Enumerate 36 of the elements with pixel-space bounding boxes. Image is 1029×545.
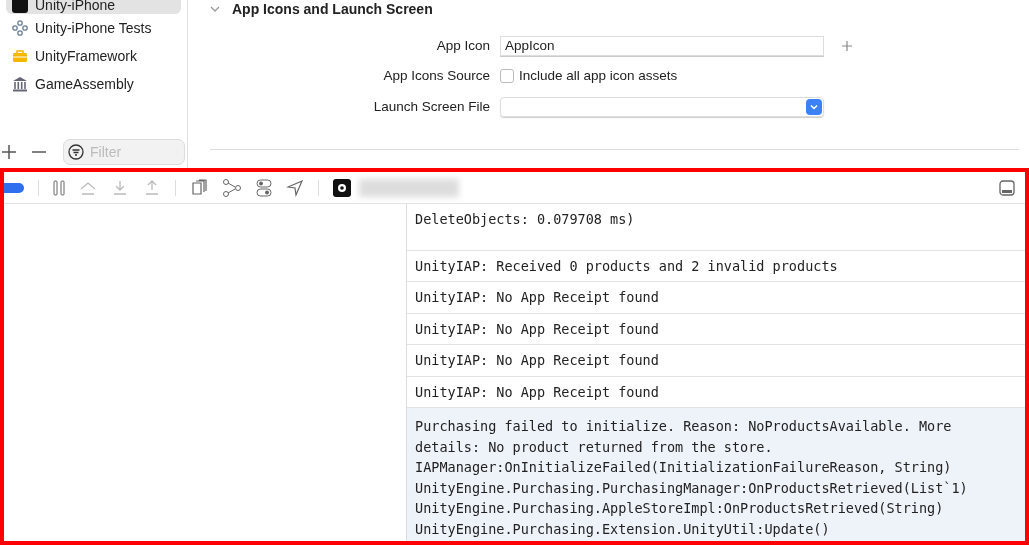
checkbox-label: Include all app icon assets	[519, 67, 678, 86]
console-entry[interactable]: UnityIAP: Received 0 products and 2 invalid products	[407, 250, 1029, 282]
diamond-nodes-icon	[12, 20, 28, 36]
field-label: App Icons Source	[382, 67, 490, 86]
toggles-icon[interactable]	[256, 178, 272, 197]
console-entry[interactable]: UnityIAP: No App Receipt found	[407, 313, 1029, 345]
breakpoints-toggle[interactable]	[4, 182, 24, 193]
console-entry[interactable]: UnityIAP: No App Receipt found	[407, 345, 1029, 377]
app-icon[interactable]	[333, 178, 351, 197]
chevron-icon[interactable]	[210, 5, 220, 13]
app-icon	[12, 0, 28, 13]
toolbox-icon	[12, 48, 28, 64]
console-entry[interactable]: DeleteObjects: 0.079708 ms)	[407, 204, 1029, 251]
graph-icon[interactable]	[222, 178, 242, 197]
panel-toggle-icon[interactable]	[999, 179, 1015, 196]
step-into-icon[interactable]	[111, 179, 129, 196]
layers-icon[interactable]	[190, 178, 208, 197]
sidebar-item[interactable]: Unity-iPhone Tests	[6, 14, 181, 42]
field-label: App Icon	[435, 37, 490, 55]
location-icon[interactable]	[286, 178, 304, 197]
add-icon[interactable]	[1, 144, 17, 160]
building-icon	[12, 76, 28, 92]
sidebar-item[interactable]: UnityFramework	[6, 42, 181, 70]
app-icon-field[interactable]: AppIcon	[500, 36, 824, 57]
step-out-icon[interactable]	[143, 179, 161, 196]
sidebar-item[interactable]: Unity-iPhone	[6, 0, 181, 14]
add-icon[interactable]	[842, 41, 852, 52]
checkbox[interactable]	[500, 69, 514, 84]
launch-screen-dropdown[interactable]	[500, 96, 824, 117]
sidebar-item[interactable]: GameAssembly	[6, 70, 181, 98]
section-title: App Icons and Launch Screen	[232, 0, 433, 19]
filter-icon	[68, 144, 84, 160]
pause-icon[interactable]	[53, 179, 65, 196]
console-entry[interactable]: UnityIAP: No App Receipt found	[407, 282, 1029, 314]
field-label: Launch Screen File	[372, 97, 490, 116]
chevron-down-icon	[806, 98, 822, 115]
